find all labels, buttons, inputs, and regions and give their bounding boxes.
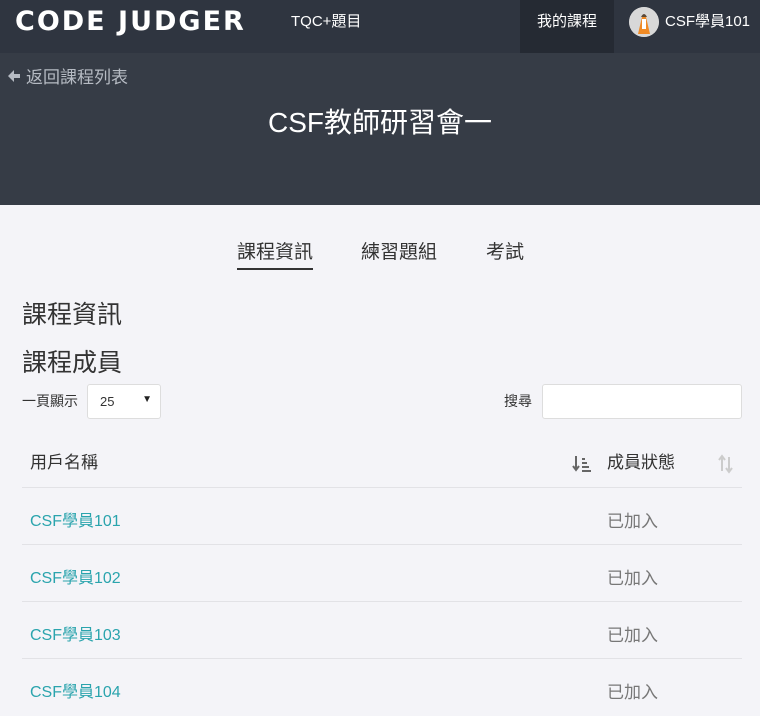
- nav-user-menu[interactable]: CSF學員101: [629, 0, 750, 44]
- search-input[interactable]: [542, 384, 742, 419]
- table-row: CSF學員102 已加入: [22, 545, 742, 602]
- table-header: 用戶名稱 成員狀態: [22, 430, 742, 488]
- column-header-status[interactable]: 成員狀態: [607, 448, 675, 473]
- avatar-figure-icon: [629, 7, 659, 37]
- per-page-select[interactable]: 25 ▼: [87, 384, 161, 419]
- course-members-heading: 課程成員: [22, 349, 123, 377]
- member-name-link[interactable]: CSF學員103: [30, 621, 121, 645]
- tab-practice-sets[interactable]: 練習題組: [361, 237, 437, 270]
- caret-down-icon: ▼: [142, 394, 152, 405]
- back-link-label: 返回課程列表: [26, 68, 128, 87]
- arrow-left-icon: [8, 69, 20, 82]
- member-name-link[interactable]: CSF學員101: [30, 507, 121, 531]
- member-status: 已加入: [607, 569, 658, 588]
- per-page-value: 25: [100, 394, 115, 409]
- page-title: CSF教師研習會一: [267, 107, 492, 138]
- brand-logo[interactable]: CODE JUDGER: [15, 6, 246, 38]
- avatar: [629, 7, 659, 37]
- sort-amount-down-icon[interactable]: [572, 454, 592, 474]
- table-row: CSF學員101 已加入: [22, 488, 742, 545]
- course-info-heading: 課程資訊: [22, 301, 123, 329]
- search-label: 搜尋: [504, 393, 532, 409]
- member-status: 已加入: [607, 626, 658, 645]
- course-header: 返回課程列表 CSF教師研習會一: [0, 53, 760, 205]
- nav-tqc-link[interactable]: TQC+題目: [291, 0, 361, 44]
- back-to-courses-link[interactable]: 返回課程列表: [6, 63, 128, 88]
- top-navbar: CODE JUDGER TQC+題目 我的課程 CSF學員101: [0, 0, 760, 53]
- per-page-label: 一頁顯示: [22, 393, 78, 409]
- member-name-link[interactable]: CSF學員104: [30, 678, 121, 702]
- table-row: CSF學員103 已加入: [22, 602, 742, 659]
- tab-course-info[interactable]: 課程資訊: [237, 237, 314, 270]
- column-header-username[interactable]: 用戶名稱: [30, 448, 98, 473]
- nav-my-courses[interactable]: 我的課程: [520, 0, 614, 53]
- tab-exams[interactable]: 考試: [486, 237, 524, 270]
- member-name-link[interactable]: CSF學員102: [30, 564, 121, 588]
- member-status: 已加入: [607, 512, 658, 531]
- course-tabs: 課程資訊 練習題組 考試: [0, 237, 760, 271]
- sort-icon[interactable]: [716, 454, 736, 474]
- user-name: CSF學員101: [665, 13, 751, 30]
- member-status: 已加入: [607, 683, 658, 702]
- table-row: CSF學員104 已加入: [22, 659, 742, 716]
